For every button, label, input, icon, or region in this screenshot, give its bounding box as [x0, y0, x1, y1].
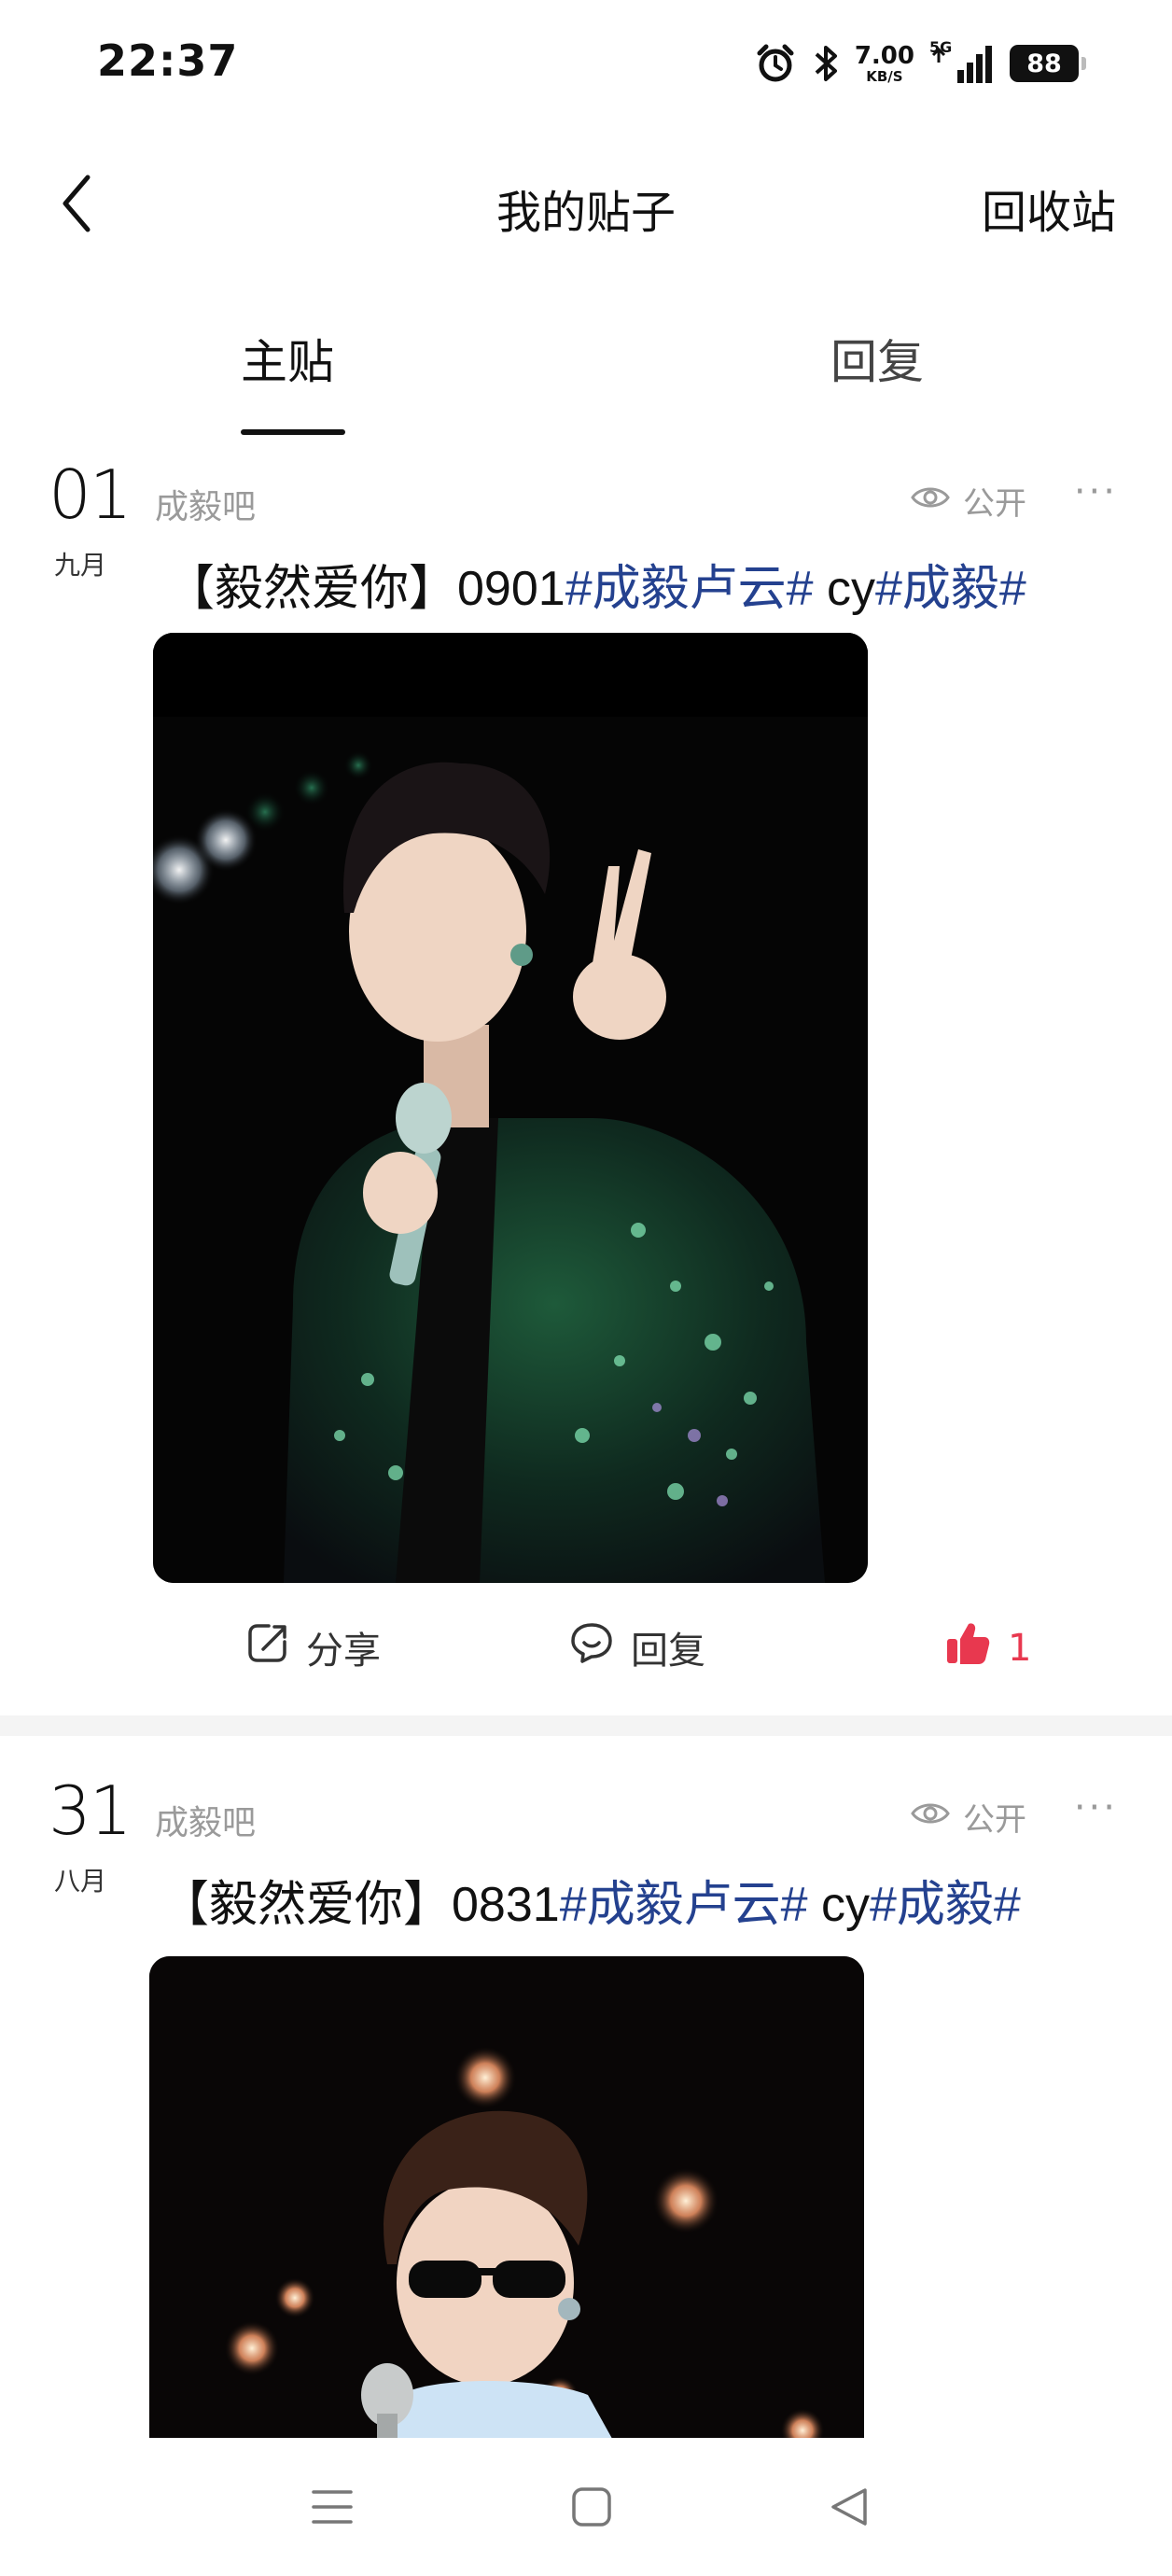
more-options-button[interactable]: ··· — [1074, 1786, 1118, 1829]
post-title-prefix: 【毅然爱你】0831 — [160, 1878, 560, 1932]
visibility-label: 公开 — [963, 485, 1026, 523]
post-divider — [0, 1715, 1172, 1736]
eye-icon — [911, 483, 950, 520]
bluetooth-icon — [812, 42, 840, 85]
post-visibility[interactable]: 公开 — [911, 478, 1026, 524]
net-speed-value: 7.00 — [854, 41, 914, 70]
alarm-icon — [754, 42, 797, 85]
post-title-prefix: 【毅然爱你】0901 — [166, 562, 565, 616]
signal-icon: 5G — [929, 38, 995, 85]
reply-button[interactable]: 回复 — [569, 1620, 705, 1674]
tab-main-posts[interactable]: 主贴 — [241, 325, 334, 392]
active-tab-indicator — [241, 429, 345, 435]
post-image[interactable] — [153, 633, 868, 1583]
post-month: 九月 — [54, 550, 107, 581]
post-title[interactable]: 【毅然爱你】0901#成毅卢云# cy#成毅# — [166, 549, 1026, 619]
net-speed: 7.00 KB/S — [855, 44, 914, 84]
header: 我的贴子 回收站 — [0, 149, 1172, 261]
post-image[interactable] — [149, 1956, 864, 2443]
status-icons: 7.00 KB/S 5G 88 — [754, 37, 1086, 90]
eye-icon — [911, 1799, 950, 1836]
battery-indicator: 88 — [1010, 45, 1086, 82]
post-title[interactable]: 【毅然爱你】0831#成毅卢云# cy#成毅# — [160, 1865, 1021, 1935]
network-type: 5G — [929, 38, 953, 56]
nav-recents-button[interactable] — [304, 2483, 360, 2535]
topic-tag[interactable]: #成毅# — [875, 562, 1026, 616]
post-image-photo — [153, 633, 868, 1583]
post-item[interactable]: 31 八月 成毅吧 公开 ··· 【毅然爱你】0831#成毅卢云# cy#成毅# — [0, 1771, 1172, 2443]
menu-icon — [310, 2486, 355, 2531]
like-button[interactable]: 1 — [944, 1620, 1031, 1676]
visibility-label: 公开 — [963, 1801, 1026, 1839]
home-square-icon — [570, 2485, 613, 2532]
post-title-middle: cy — [813, 562, 875, 616]
like-count: 1 — [1008, 1627, 1032, 1670]
share-button[interactable]: 分享 — [246, 1620, 381, 1674]
more-options-button[interactable]: ··· — [1074, 470, 1118, 513]
post-day: 31 — [49, 1771, 133, 1850]
status-time: 22:37 — [97, 35, 239, 86]
net-speed-unit: KB/S — [866, 67, 903, 85]
share-icon — [246, 1621, 289, 1673]
recycle-bin-button[interactable]: 回收站 — [982, 175, 1116, 241]
tab-replies[interactable]: 回复 — [830, 325, 924, 392]
reply-label: 回复 — [631, 1630, 705, 1673]
post-month: 八月 — [54, 1866, 107, 1897]
nav-back-button[interactable] — [821, 2483, 877, 2535]
post-image-photo — [149, 1956, 864, 2443]
nav-home-button[interactable] — [564, 2483, 620, 2535]
comment-icon — [569, 1621, 614, 1673]
status-bar: 22:37 7.00 KB/S 5G 88 — [0, 0, 1172, 131]
tab-bar: 主贴 回复 — [0, 308, 1172, 439]
topic-tag[interactable]: #成毅卢云# — [560, 1878, 808, 1932]
post-visibility[interactable]: 公开 — [911, 1794, 1026, 1840]
post-title-middle: cy — [807, 1878, 870, 1932]
topic-tag[interactable]: #成毅卢云# — [565, 562, 814, 616]
share-label: 分享 — [306, 1630, 381, 1673]
post-item[interactable]: 01 九月 成毅吧 公开 ··· 【毅然爱你】0901#成毅卢云# cy#成毅# — [0, 455, 1172, 1715]
post-day: 01 — [49, 455, 133, 534]
post-forum-name[interactable]: 成毅吧 — [155, 480, 256, 528]
post-forum-name[interactable]: 成毅吧 — [155, 1796, 256, 1844]
post-actions: 分享 回复 1 — [0, 1620, 1172, 1676]
back-triangle-icon — [828, 2485, 871, 2532]
thumbs-up-icon — [944, 1620, 991, 1676]
system-nav-bar — [0, 2438, 1172, 2576]
topic-tag[interactable]: #成毅# — [870, 1878, 1021, 1932]
